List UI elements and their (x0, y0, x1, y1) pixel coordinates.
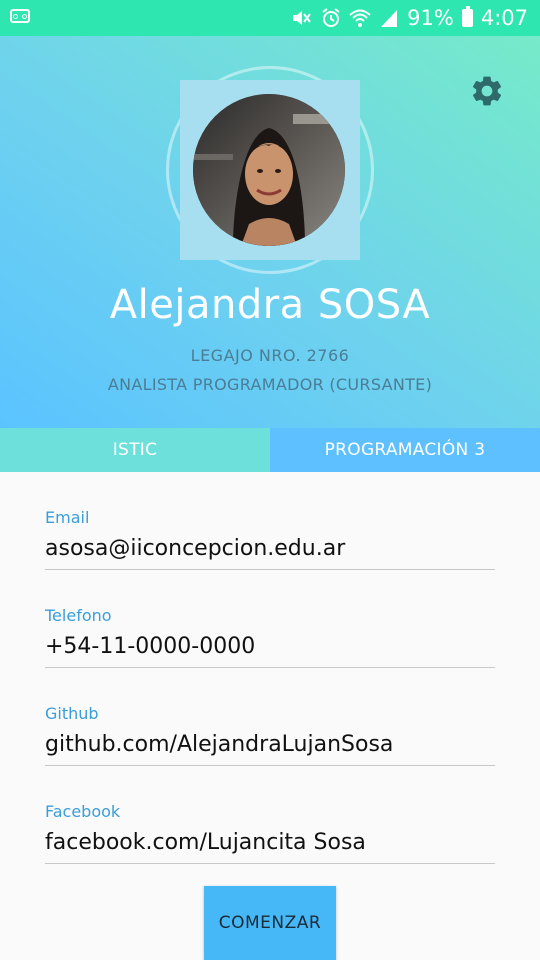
profile-header: Alejandra SOSA LEGAJO NRO. 2766 ANALISTA… (0, 36, 540, 428)
signal-icon (379, 8, 399, 28)
tab-istic[interactable]: ISTIC (0, 428, 270, 472)
status-icons: 91% 4:07 (289, 4, 528, 32)
facebook-label: Facebook (45, 802, 121, 821)
email-field[interactable]: Email asosa@iiconcepcion.edu.ar (45, 472, 495, 570)
github-value[interactable]: github.com/AlejandraLujanSosa (45, 732, 393, 757)
battery-icon (461, 6, 473, 27)
avatar[interactable] (193, 94, 345, 246)
telefono-field[interactable]: Telefono +54-11-0000-0000 (45, 570, 495, 668)
settings-button[interactable] (466, 70, 508, 112)
wifi-icon (349, 8, 371, 28)
telefono-label: Telefono (45, 606, 112, 625)
telefono-value[interactable]: +54-11-0000-0000 (45, 634, 255, 659)
tab-bar: ISTIC PROGRAMACIÓN 3 (0, 428, 540, 472)
tab-programacion-3[interactable]: PROGRAMACIÓN 3 (270, 428, 540, 472)
comenzar-button[interactable]: COMENZAR (204, 886, 336, 960)
alarm-icon (321, 8, 341, 28)
facebook-field[interactable]: Facebook facebook.com/Lujancita Sosa (45, 766, 495, 864)
profile-screen: 91% 4:07 Alejandra SOSA LEGAJO NRO. 2766… (0, 0, 540, 960)
facebook-value[interactable]: facebook.com/Lujancita Sosa (45, 830, 366, 855)
profile-role: ANALISTA PROGRAMADOR (CURSANTE) (107, 375, 433, 394)
mute-icon (289, 8, 313, 28)
profile-legajo: LEGAJO NRO. 2766 (190, 346, 350, 365)
voicemail-icon (10, 9, 30, 23)
divider (45, 863, 495, 864)
avatar-photo (193, 94, 345, 246)
gear-icon (472, 76, 502, 106)
status-bar: 91% 4:07 (0, 0, 540, 36)
github-field[interactable]: Github github.com/AlejandraLujanSosa (45, 668, 495, 766)
profile-name: Alejandra SOSA (109, 282, 431, 328)
email-label: Email (45, 508, 90, 527)
battery-percent: 91% (407, 6, 454, 30)
email-value[interactable]: asosa@iiconcepcion.edu.ar (45, 536, 345, 561)
github-label: Github (45, 704, 99, 723)
status-clock: 4:07 (480, 6, 528, 30)
